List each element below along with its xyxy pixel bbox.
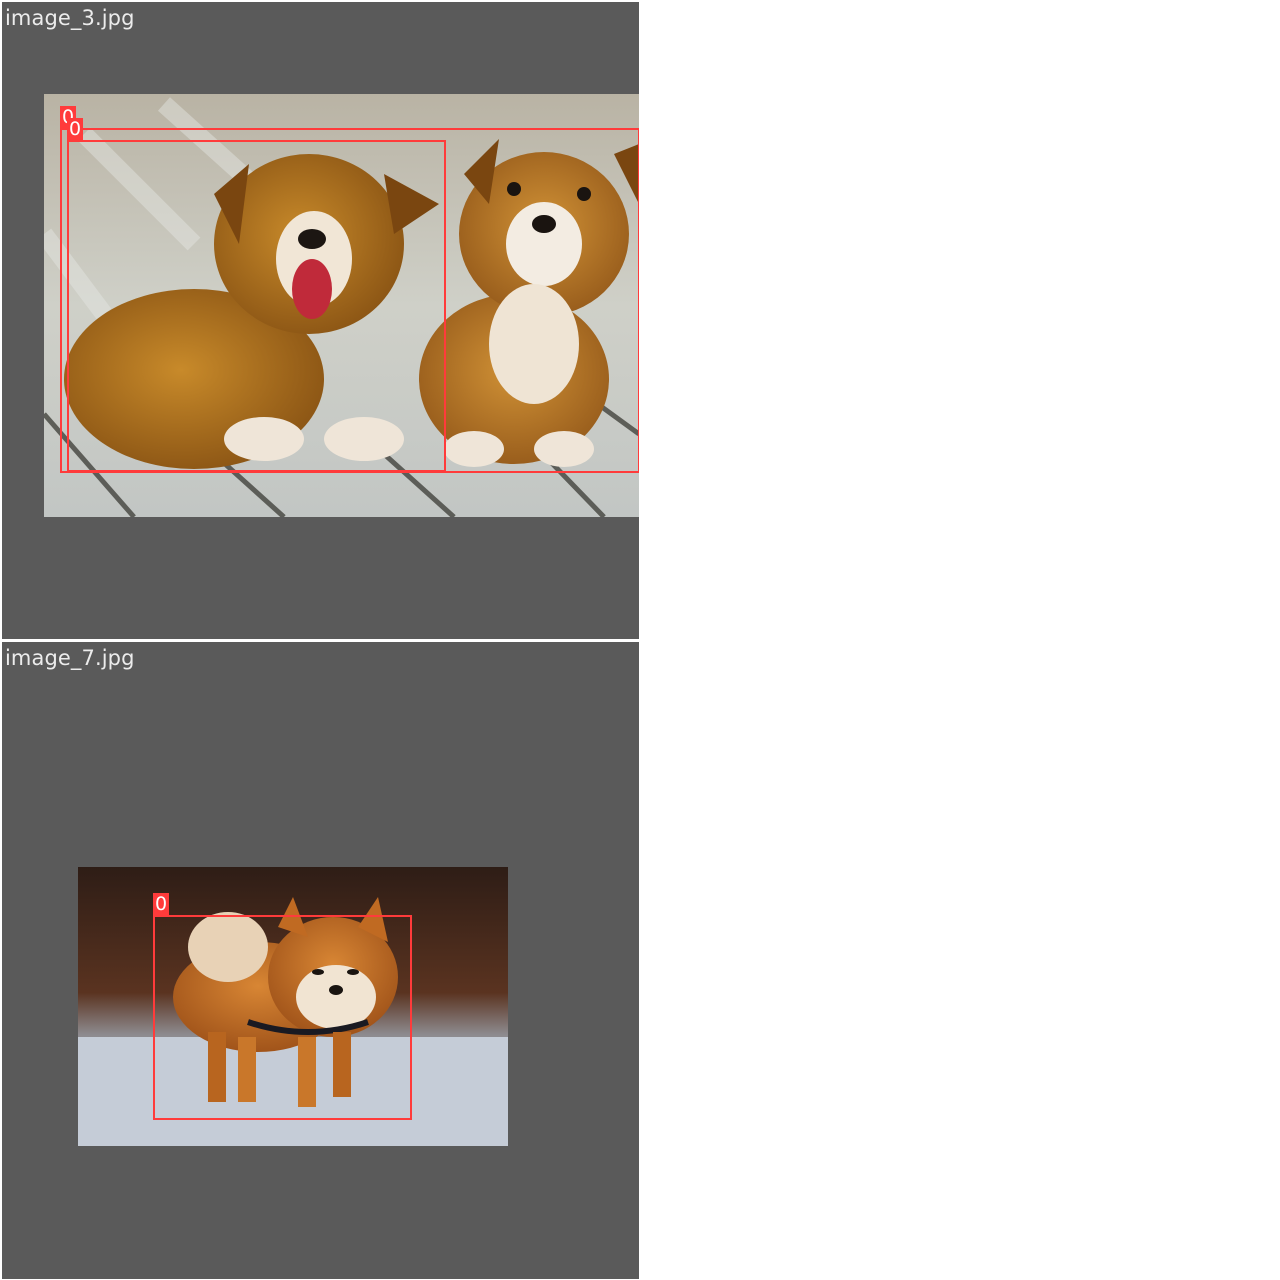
box-class-label: 0	[67, 118, 84, 140]
bounding-box	[153, 915, 412, 1120]
tile-image-7: image_7.jpg 0	[2, 642, 639, 1279]
bounding-box	[67, 140, 446, 472]
box-class-label: 0	[153, 893, 170, 915]
detection-mosaic: image_3.jpg 0 0 image_7.jpg 0	[0, 0, 1280, 1280]
filename-label: image_3.jpg	[5, 6, 135, 30]
tile-image-3: image_3.jpg 0 0	[2, 2, 639, 639]
filename-label: image_7.jpg	[5, 646, 135, 670]
